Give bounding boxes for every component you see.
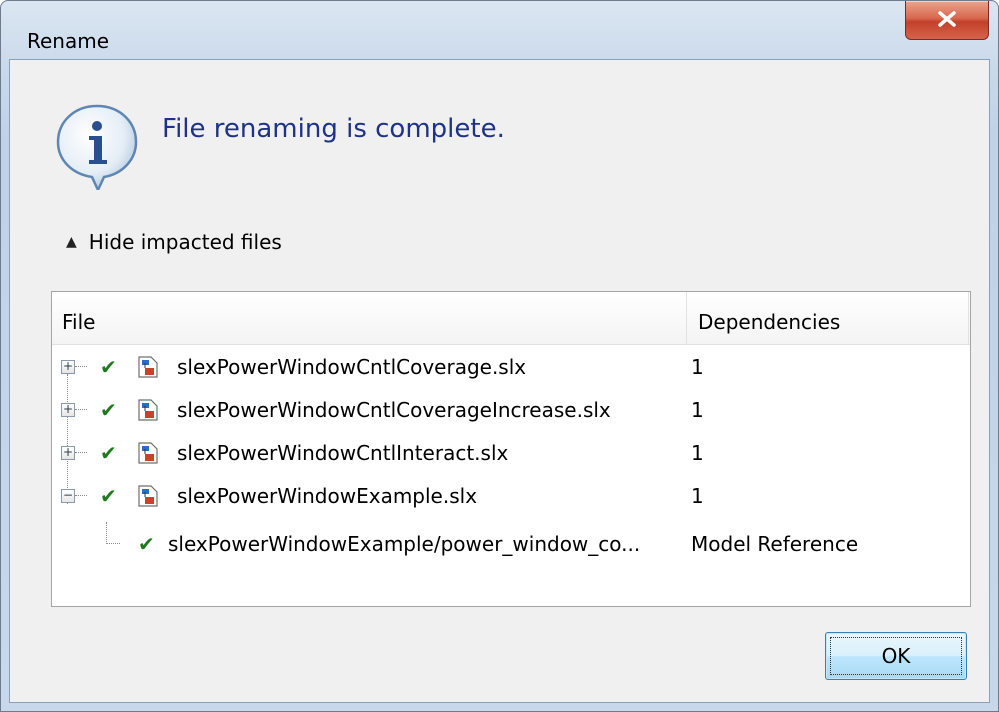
collapse-arrow-icon: ▲ <box>66 234 77 250</box>
file-name: slexPowerWindowExample.slx <box>177 484 478 508</box>
collapse-icon[interactable]: − <box>61 489 75 503</box>
file-name: slexPowerWindowCntlInteract.slx <box>177 441 509 465</box>
status-message: File renaming is complete. <box>162 114 505 144</box>
check-icon: ✔ <box>100 441 117 465</box>
tree-line <box>75 495 87 496</box>
ok-button[interactable]: OK <box>825 632 967 680</box>
file-name: slexPowerWindowCntlCoverage.slx <box>177 355 527 379</box>
check-icon: ✔ <box>100 355 117 379</box>
check-icon: ✔ <box>138 532 155 556</box>
dependency-count: 1 <box>691 355 704 379</box>
ok-button-label: OK <box>881 644 911 668</box>
dependency-count: 1 <box>691 484 704 508</box>
hide-impacted-files-toggle[interactable]: ▲ Hide impacted files <box>66 230 282 254</box>
file-name: slexPowerWindowCntlCoverageIncrease.slx <box>177 398 611 422</box>
dialog-body: File renaming is complete. ▲ Hide impact… <box>9 59 990 703</box>
column-divider <box>968 292 969 344</box>
table-row[interactable]: + ✔ slexPowerWindowCntlInteract.slx 1 <box>52 431 970 475</box>
close-button[interactable] <box>905 1 989 40</box>
model-file-icon <box>138 399 158 421</box>
info-icon <box>56 104 138 190</box>
column-header-file[interactable]: File <box>62 292 95 344</box>
tree-line <box>106 522 107 544</box>
column-header-dependencies[interactable]: Dependencies <box>698 292 840 344</box>
table-row[interactable]: + ✔ slexPowerWindowCntlCoverage.slx 1 <box>52 345 970 389</box>
expand-icon[interactable]: + <box>61 446 75 460</box>
check-icon: ✔ <box>100 398 117 422</box>
close-icon <box>938 11 956 27</box>
rename-dialog: Rename File renaming is complete. ▲ Hide… <box>0 0 999 712</box>
model-file-icon <box>138 356 158 378</box>
dependency-type: Model Reference <box>691 532 859 556</box>
impacted-files-table[interactable]: File Dependencies + ✔ slexPowerWindowCnt… <box>51 291 971 607</box>
table-header: File Dependencies <box>52 292 970 345</box>
reference-name: slexPowerWindowExample/power_window_co..… <box>168 532 641 556</box>
expand-icon[interactable]: + <box>61 360 75 374</box>
table-row[interactable]: + ✔ slexPowerWindowCntlCoverageIncrease.… <box>52 388 970 432</box>
expand-icon[interactable]: + <box>61 403 75 417</box>
model-file-icon <box>138 442 158 464</box>
window-title: Rename <box>27 29 110 53</box>
column-divider[interactable] <box>686 292 687 344</box>
table-row[interactable]: − ✔ slexPowerWindowExample.slx 1 <box>52 474 970 518</box>
dependency-count: 1 <box>691 441 704 465</box>
toggle-label: Hide impacted files <box>88 230 282 254</box>
tree-line <box>75 366 87 367</box>
model-file-icon <box>138 485 158 507</box>
check-icon: ✔ <box>100 484 117 508</box>
tree-line <box>75 409 87 410</box>
table-row-child[interactable]: ✔ slexPowerWindowExample/power_window_co… <box>52 522 970 566</box>
dependency-count: 1 <box>691 398 704 422</box>
tree-line <box>75 452 87 453</box>
tree-line <box>106 543 120 544</box>
